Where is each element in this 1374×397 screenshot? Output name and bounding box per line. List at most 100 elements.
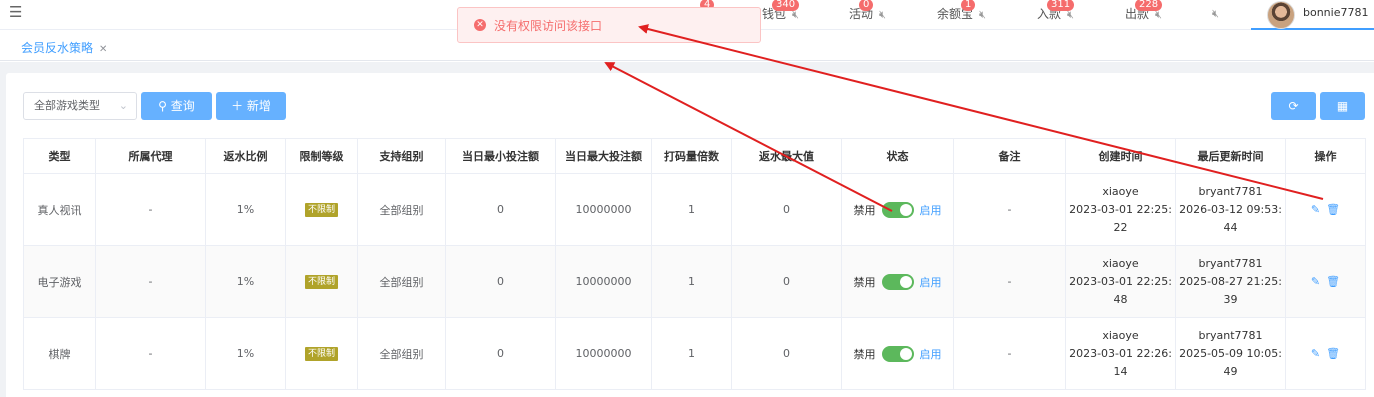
status-disable-label: 禁用	[853, 275, 876, 289]
cell-agent: -	[95, 173, 206, 246]
cell-type: 电子游戏	[23, 245, 96, 318]
nav-wallet[interactable]: 钱包 🔇︎ 340	[762, 0, 800, 23]
cell-max-rebate: 0	[731, 173, 842, 246]
table-header-row: 类型 所属代理 返水比例 限制等级 支持组别 当日最小投注额 当日最大投注额 打…	[23, 138, 1366, 174]
cell-min-bet: 0	[445, 245, 556, 318]
user-name: bonnie7781	[1303, 6, 1369, 19]
updated-time: 2025-05-09 10:05:	[1179, 346, 1282, 360]
cell-remark: -	[953, 317, 1066, 390]
cell-created: xiaoye 2023-03-01 22:26: 14	[1065, 317, 1176, 390]
status-enable-label: 启用	[919, 347, 942, 361]
created-time-sec: 48	[1113, 292, 1128, 306]
error-circle-icon: ✕	[474, 19, 486, 31]
cell-created: xiaoye 2023-03-01 22:25: 22	[1065, 173, 1176, 246]
table-row: 真人视讯 - 1% 不限制 全部组别 0 10000000 1 0 禁用 启用 …	[23, 173, 1366, 246]
created-time: 2023-03-01 22:25:	[1069, 274, 1172, 288]
refresh-icon: ⟳	[1288, 99, 1299, 113]
search-button[interactable]: ⚲ 查询	[141, 92, 212, 120]
columns-button[interactable]: ▦	[1320, 92, 1365, 120]
status-toggle[interactable]	[881, 201, 914, 218]
status-badge: 不限制	[304, 347, 338, 361]
search-icon: ⚲	[158, 99, 167, 113]
col-header: 类型	[23, 138, 96, 174]
cell-agent: -	[95, 317, 206, 390]
delete-icon[interactable]: 🗑︎	[1326, 347, 1340, 360]
creator-name: xiaoye	[1102, 328, 1139, 342]
nav-deposit[interactable]: 入款 🔇︎ 311	[1037, 0, 1075, 23]
cell-updated: bryant7781 2026-03-12 09:53: 44	[1175, 173, 1286, 246]
cell-status: 禁用 启用	[841, 173, 954, 246]
col-header: 当日最小投注额	[445, 138, 556, 174]
cell-agent: -	[95, 245, 206, 318]
edit-icon[interactable]: ✎	[1311, 347, 1320, 360]
col-header: 操作	[1285, 138, 1366, 174]
cell-created: xiaoye 2023-03-01 22:25: 48	[1065, 245, 1176, 318]
add-button-label: 新增	[246, 99, 271, 113]
tab-label: 会员反水策略	[21, 41, 94, 55]
edit-icon[interactable]: ✎	[1311, 275, 1320, 288]
chevron-down-icon: ⌄	[118, 99, 128, 112]
rebate-table: 类型 所属代理 返水比例 限制等级 支持组别 当日最小投注额 当日最大投注额 打…	[23, 138, 1366, 390]
nav-activity[interactable]: 活动 🔇︎ 0	[849, 0, 886, 24]
cell-ratio: 1%	[205, 245, 286, 318]
status-enable-label: 启用	[919, 275, 942, 289]
cell-type: 真人视讯	[23, 173, 96, 246]
cell-min-bet: 0	[445, 173, 556, 246]
add-button[interactable]: ＋ 新增	[216, 92, 286, 120]
created-time: 2023-03-01 22:26:	[1069, 346, 1172, 360]
cell-ratio: 1%	[205, 317, 286, 390]
hamburger-icon[interactable]: ☰	[9, 3, 22, 21]
cell-min-bet: 0	[445, 317, 556, 390]
table-row: 棋牌 - 1% 不限制 全部组别 0 10000000 1 0 禁用 启用 - …	[23, 317, 1366, 390]
col-header: 打码量倍数	[651, 138, 732, 174]
tab-member-rebate[interactable]: 会员反水策略 ✕	[21, 39, 107, 56]
table-row: 电子游戏 - 1% 不限制 全部组别 0 10000000 1 0 禁用 启用 …	[23, 245, 1366, 318]
cell-group: 全部组别	[357, 245, 446, 318]
updated-time-sec: 39	[1223, 292, 1238, 306]
speaker-mute-icon[interactable]: 🔇︎	[879, 6, 886, 24]
col-header: 备注	[953, 138, 1066, 174]
col-header: 当日最大投注额	[555, 138, 652, 174]
game-type-select[interactable]: 全部游戏类型 ⌄	[23, 92, 137, 120]
close-icon[interactable]: ✕	[99, 44, 107, 55]
cell-group: 全部组别	[357, 317, 446, 390]
cell-status: 禁用 启用	[841, 317, 954, 390]
cell-multiple: 1	[651, 317, 732, 390]
nav-wallet-badge: 340	[772, 0, 800, 11]
created-time-sec: 22	[1113, 220, 1128, 234]
delete-icon[interactable]: 🗑︎	[1326, 203, 1340, 216]
updater-name: bryant7781	[1198, 184, 1263, 198]
status-enable-label: 启用	[919, 203, 942, 217]
col-header: 创建时间	[1065, 138, 1176, 174]
created-time: 2023-03-01 22:25:	[1069, 202, 1172, 216]
updated-time: 2026-03-12 09:53:	[1179, 202, 1282, 216]
select-value: 全部游戏类型	[34, 99, 100, 112]
creator-name: xiaoye	[1102, 256, 1139, 270]
cell-max-rebate: 0	[731, 317, 842, 390]
updater-name: bryant7781	[1198, 256, 1263, 270]
cell-status: 禁用 启用	[841, 245, 954, 318]
cell-remark: -	[953, 173, 1066, 246]
status-toggle[interactable]	[881, 345, 914, 362]
updated-time-sec: 44	[1223, 220, 1238, 234]
delete-icon[interactable]: 🗑︎	[1326, 275, 1340, 288]
speaker-mute-icon[interactable]: 🔇︎	[1212, 5, 1219, 23]
refresh-button[interactable]: ⟳	[1271, 92, 1316, 120]
user-menu[interactable]: bonnie7781	[1251, 0, 1374, 30]
created-time-sec: 14	[1113, 364, 1128, 378]
edit-icon[interactable]: ✎	[1311, 203, 1320, 216]
speaker-mute-icon[interactable]: 🔇︎	[979, 6, 986, 24]
plus-icon: ＋	[231, 99, 244, 113]
status-badge: 不限制	[304, 275, 338, 289]
cell-updated: bryant7781 2025-05-09 10:05: 49	[1175, 317, 1286, 390]
status-toggle[interactable]	[881, 273, 914, 290]
nav-withdraw[interactable]: 出款 🔇︎ 228	[1125, 0, 1163, 23]
creator-name: xiaoye	[1102, 184, 1139, 198]
col-header: 状态	[841, 138, 954, 174]
search-button-label: 查询	[170, 99, 195, 113]
cell-remark: -	[953, 245, 1066, 318]
nav-yuebao[interactable]: 余额宝 🔇︎ 1	[937, 0, 986, 24]
col-header: 返水比例	[205, 138, 286, 174]
nav-deposit-badge: 311	[1047, 0, 1075, 11]
col-header: 限制等级	[285, 138, 358, 174]
